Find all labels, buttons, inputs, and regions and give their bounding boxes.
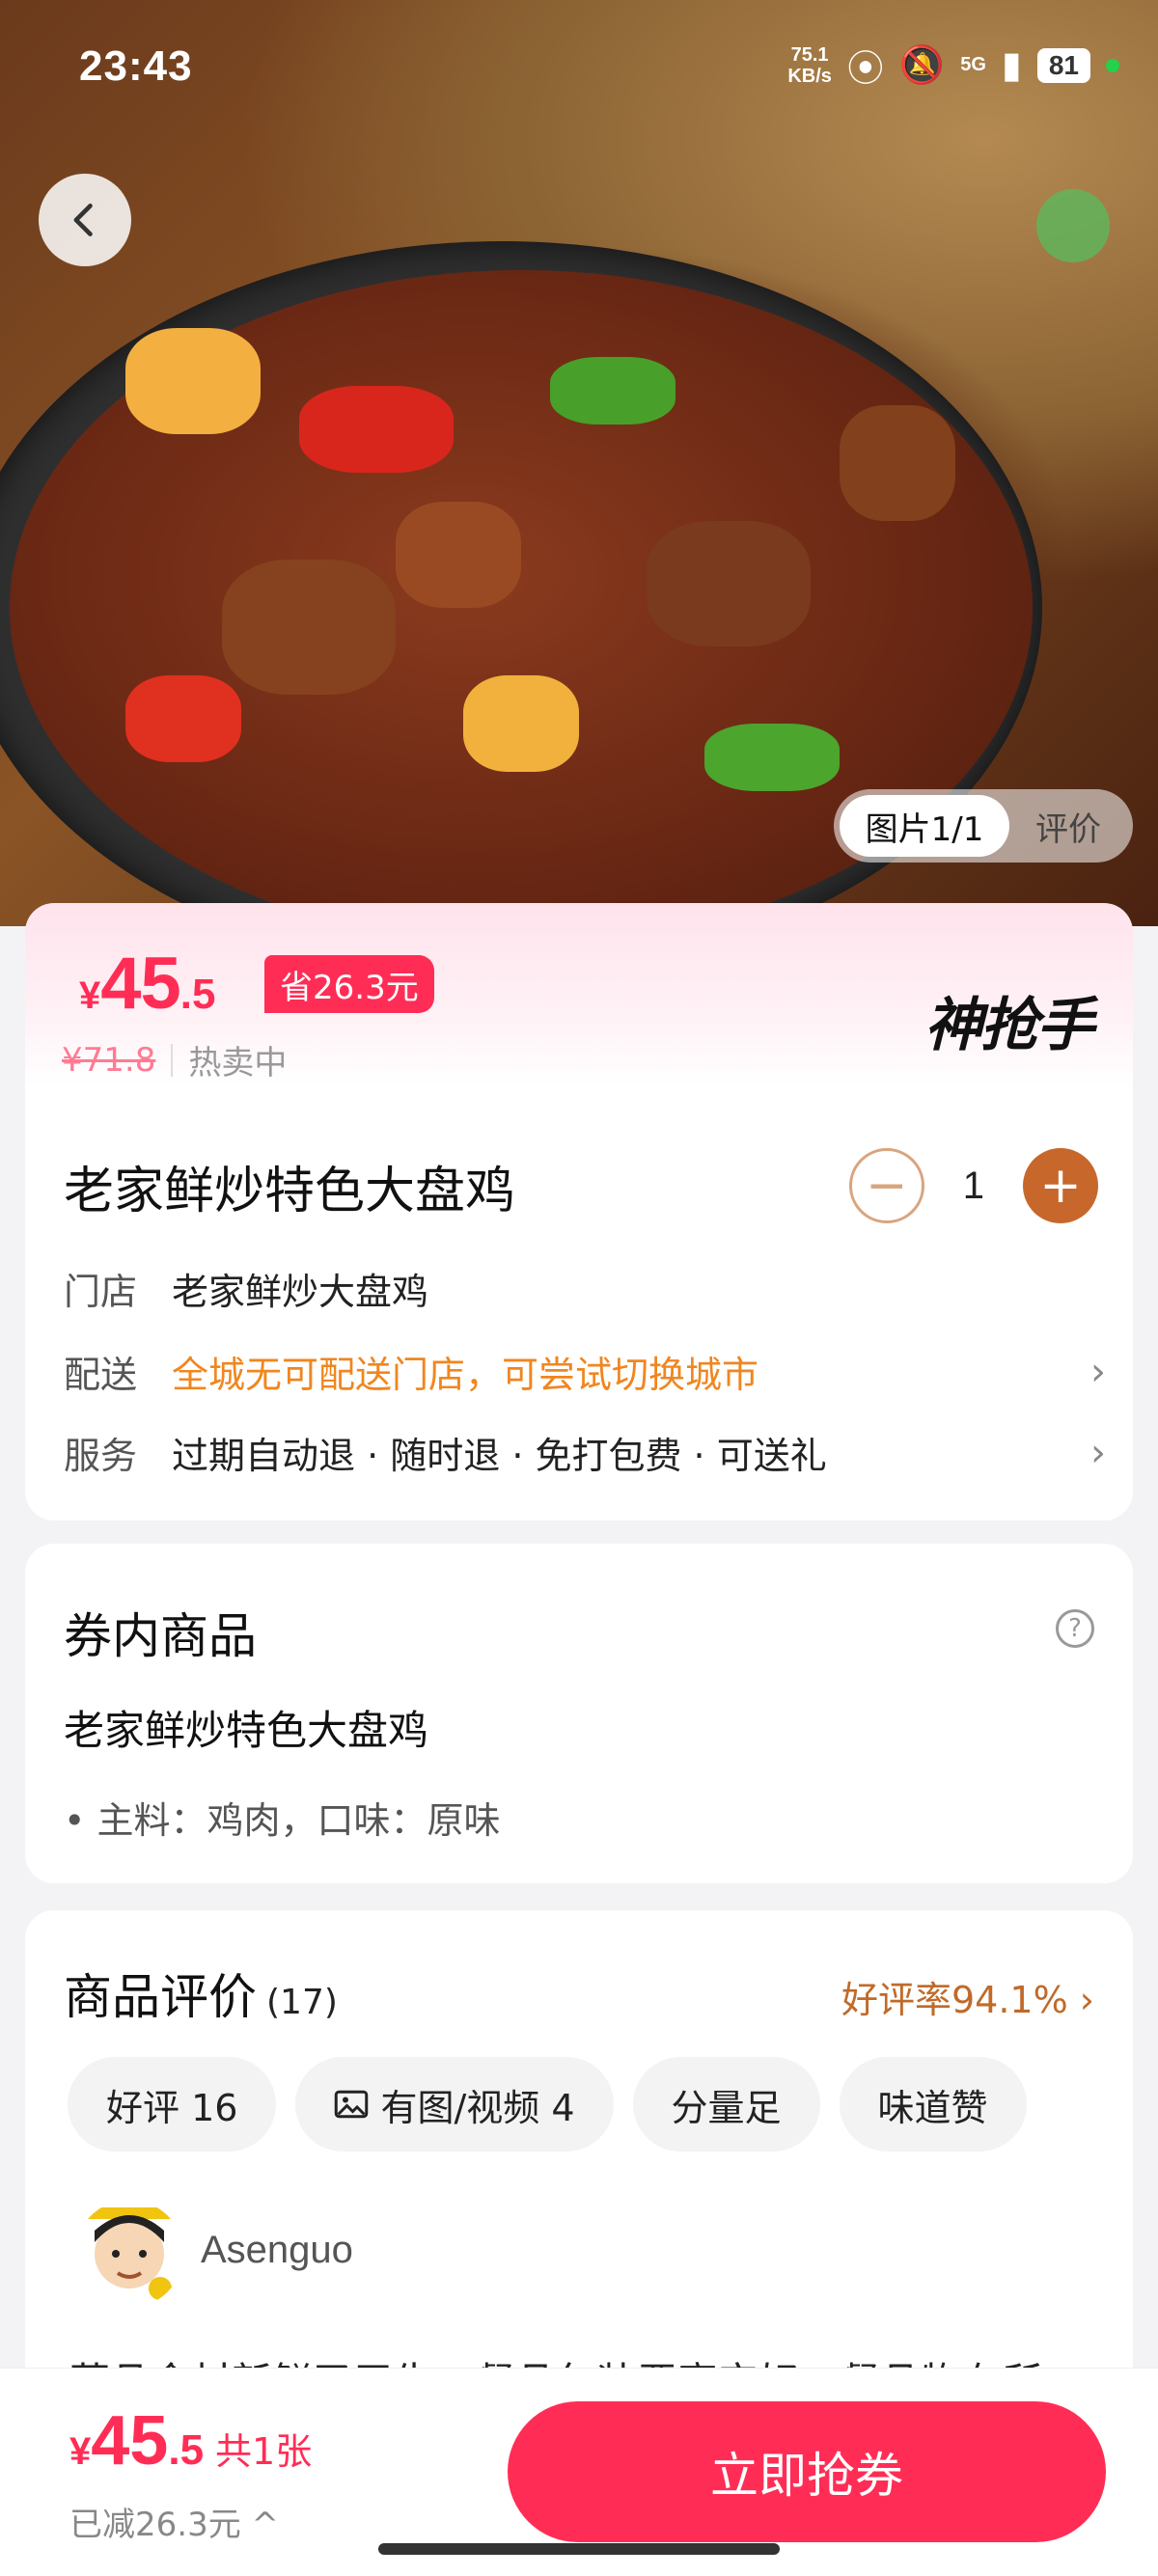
status-bar: 23:43 75.1 KB/s ⦿ 🔕 5G ▮ 81 bbox=[0, 0, 1158, 145]
price-meta: ¥71.8 热卖中 bbox=[62, 1036, 287, 1083]
store-row: 门店 老家鲜炒大盘鸡 bbox=[64, 1271, 429, 1313]
avatar[interactable] bbox=[75, 2200, 183, 2308]
product-info-card: ¥ 45 .5 省26.3元 ¥71.8 热卖中 神抢手 老家鲜炒特色大盘鸡 −… bbox=[25, 903, 1133, 1521]
sale-status: 热卖中 bbox=[188, 1044, 288, 1082]
current-price: ¥ 45 .5 bbox=[79, 943, 216, 1025]
reviewer-name: Asenguo bbox=[201, 2229, 353, 2271]
chicken-piece bbox=[222, 560, 396, 695]
pepper-piece bbox=[299, 386, 454, 473]
mute-icon: 🔕 bbox=[898, 44, 946, 86]
save-badge: 省26.3元 bbox=[264, 955, 434, 1013]
chip-positive[interactable]: 好评 16 bbox=[68, 2057, 277, 2151]
product-title: 老家鲜炒特色大盘鸡 bbox=[64, 1163, 516, 1220]
original-price: ¥71.8 bbox=[62, 1040, 156, 1080]
increase-button[interactable]: + bbox=[1023, 1148, 1098, 1223]
buy-now-button[interactable]: 立即抢券 bbox=[508, 2401, 1106, 2542]
tab-images[interactable]: 图片1/1 bbox=[840, 795, 1009, 857]
section-title: 商品评价 (17) bbox=[64, 1969, 338, 2025]
product-image[interactable]: 23:43 75.1 KB/s ⦿ 🔕 5G ▮ 81 图片1/1 评价 bbox=[0, 0, 1158, 926]
chip-portion[interactable]: 分量足 bbox=[632, 2057, 820, 2151]
tab-reviews[interactable]: 评价 bbox=[1009, 803, 1127, 850]
chip-taste[interactable]: 味道赞 bbox=[839, 2057, 1027, 2151]
active-dot-icon bbox=[1106, 58, 1119, 72]
review-filter-chips: 好评 16 有图/视频 4 分量足 味道赞 bbox=[68, 2057, 1027, 2151]
green-pepper-piece bbox=[704, 724, 840, 791]
chip-media[interactable]: 有图/视频 4 bbox=[295, 2057, 614, 2151]
positive-rate-link[interactable]: 好评率94.1% › bbox=[841, 1970, 1094, 2023]
chicken-piece bbox=[396, 502, 521, 608]
home-indicator[interactable] bbox=[378, 2543, 780, 2555]
green-badge-icon bbox=[1036, 189, 1110, 262]
signal-type: 5G bbox=[960, 54, 986, 75]
battery-level: 81 bbox=[1036, 47, 1090, 83]
delivery-row[interactable]: 配送 全城无可配送门店，可尝试切换城市 › bbox=[64, 1345, 1106, 1398]
quantity-stepper: − 1 + bbox=[848, 1148, 1098, 1223]
page: 23:43 75.1 KB/s ⦿ 🔕 5G ▮ 81 图片1/1 评价 ¥ 4… bbox=[0, 0, 1158, 2576]
potato-piece bbox=[125, 328, 261, 434]
location-icon: ⦿ bbox=[846, 49, 884, 90]
green-pepper-piece bbox=[550, 357, 676, 425]
total-price: ¥ 45 .5 共1张 bbox=[69, 2402, 313, 2480]
chevron-left-icon bbox=[73, 204, 93, 236]
potato-piece bbox=[463, 675, 579, 772]
decrease-button[interactable]: − bbox=[848, 1148, 924, 1223]
back-button[interactable] bbox=[39, 174, 131, 266]
chevron-right-icon: › bbox=[1090, 1349, 1106, 1394]
image-icon bbox=[335, 2090, 369, 2119]
chicken-piece bbox=[647, 521, 811, 646]
section-title: 券内商品 bbox=[64, 1608, 257, 1664]
net-speed: 75.1 KB/s bbox=[787, 43, 832, 87]
status-time: 23:43 bbox=[79, 42, 193, 90]
avatar-icon bbox=[87, 2207, 172, 2300]
coupon-items-card: 券内商品 ? 老家鲜炒特色大盘鸡 • 主料：鸡肉，口味：原味 bbox=[25, 1544, 1133, 1883]
discount-detail-toggle[interactable]: 已减26.3元 ^ bbox=[69, 2498, 279, 2545]
signal-bars-icon: ▮ bbox=[1001, 45, 1022, 86]
brand-logo: 神抢手 bbox=[924, 992, 1094, 1059]
divider bbox=[171, 1043, 174, 1077]
chevron-right-icon: › bbox=[1090, 1430, 1106, 1475]
media-toggle: 图片1/1 评价 bbox=[834, 789, 1133, 863]
chicken-piece bbox=[840, 405, 955, 521]
coupon-item-detail: • 主料：鸡肉，口味：原味 bbox=[64, 1799, 501, 1842]
status-icons: 75.1 KB/s ⦿ 🔕 5G ▮ 81 bbox=[787, 39, 1119, 92]
review-count: (17) bbox=[266, 1983, 338, 2022]
quantity-value: 1 bbox=[962, 1164, 984, 1207]
pepper-piece bbox=[125, 675, 241, 762]
coupon-count: 共1张 bbox=[215, 2430, 313, 2473]
service-row[interactable]: 服务 过期自动退 · 随时退 · 免打包费 · 可送礼 › bbox=[64, 1426, 1106, 1479]
coupon-item-name: 老家鲜炒特色大盘鸡 bbox=[64, 1707, 429, 1754]
help-icon[interactable]: ? bbox=[1056, 1609, 1094, 1648]
